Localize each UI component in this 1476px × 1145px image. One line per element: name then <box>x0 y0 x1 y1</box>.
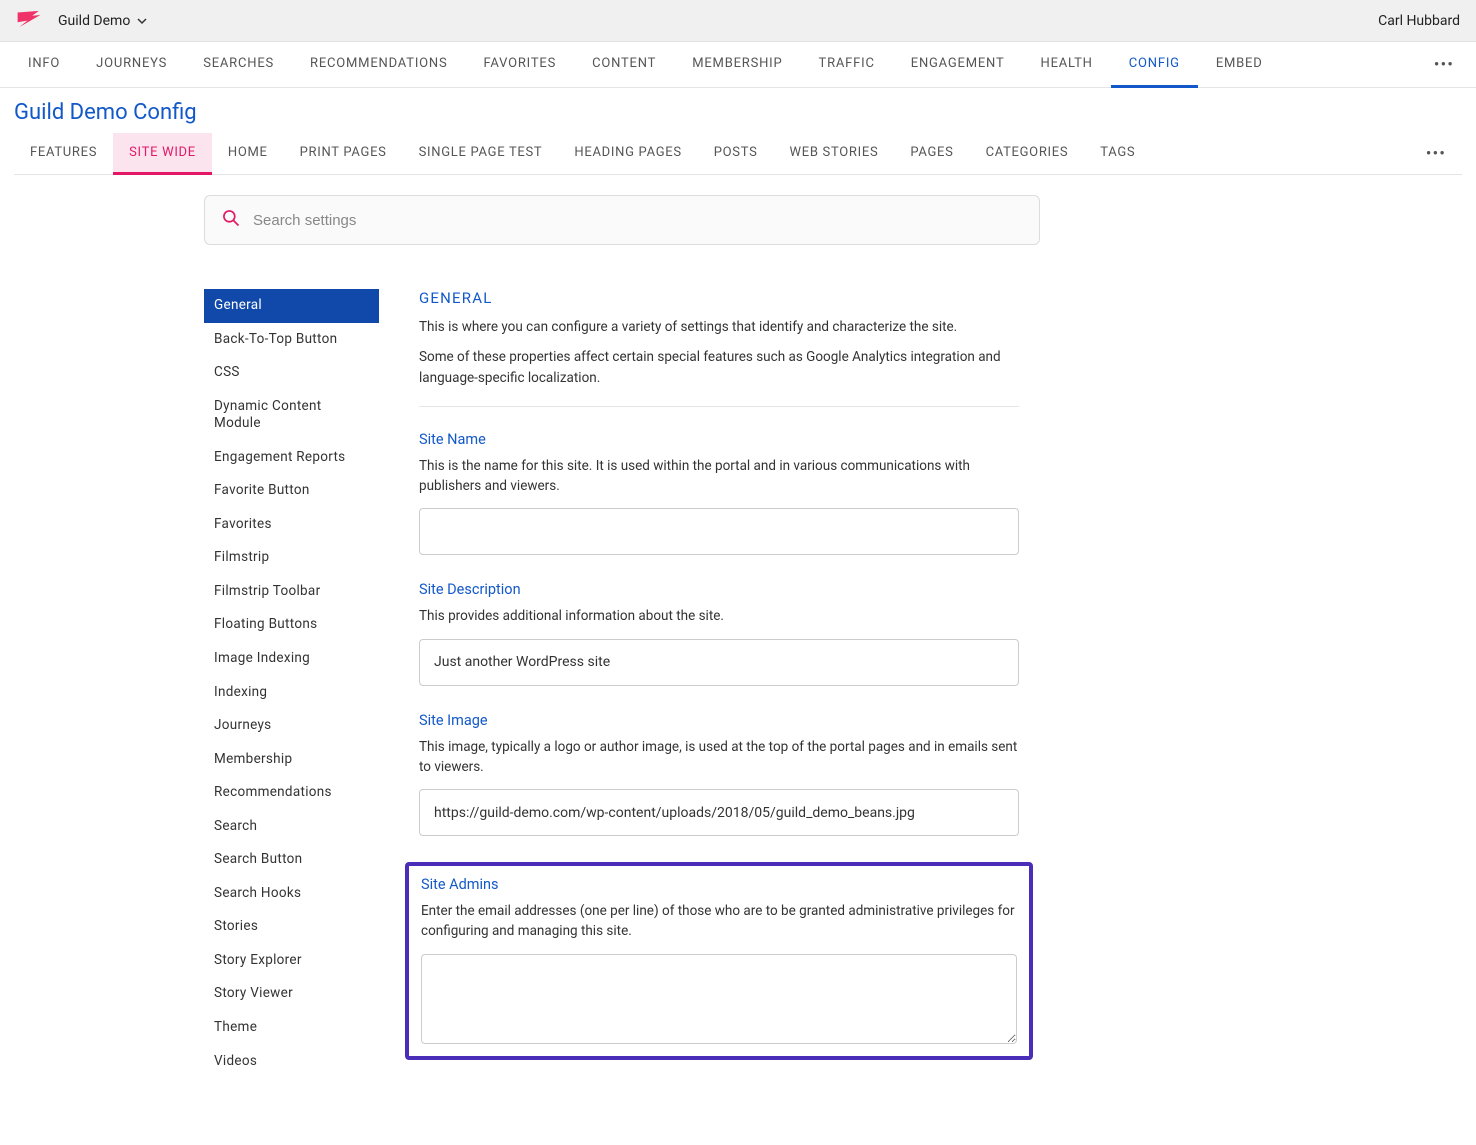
mainnav-item-traffic[interactable]: Traffic <box>801 42 893 88</box>
site-name-input[interactable] <box>419 508 1019 555</box>
search-icon <box>221 208 241 232</box>
field-desc: This is the name for this site. It is us… <box>419 456 1019 497</box>
field-desc: Enter the email addresses (one per line)… <box>421 901 1017 942</box>
top-bar-left: Guild Demo <box>16 9 148 33</box>
mainnav-item-favorites[interactable]: Favorites <box>466 42 575 88</box>
field-label: Site Name <box>419 431 1019 448</box>
subnav-item-print-pages[interactable]: Print Pages <box>284 133 403 175</box>
page-title: Guild Demo Config <box>14 100 1462 125</box>
field-site-name: Site Name This is the name for this site… <box>419 431 1019 556</box>
sidemenu-item-videos[interactable]: Videos <box>204 1045 379 1079</box>
site-switcher-label: Guild Demo <box>58 13 130 29</box>
sidemenu-item-back-to-top-button[interactable]: Back-To-Top Button <box>204 323 379 357</box>
field-desc: This provides additional information abo… <box>419 606 1019 626</box>
sidemenu-item-search[interactable]: Search <box>204 810 379 844</box>
user-name[interactable]: Carl Hubbard <box>1378 13 1460 29</box>
logo-icon <box>16 9 42 33</box>
top-bar: Guild Demo Carl Hubbard <box>0 0 1476 42</box>
mainnav-item-membership[interactable]: Membership <box>674 42 800 88</box>
form-area: General This is where you can configure … <box>419 289 1019 1086</box>
mainnav-item-recommendations[interactable]: Recommendations <box>292 42 465 88</box>
field-label: Site Image <box>419 712 1019 729</box>
sidemenu-item-favorites[interactable]: Favorites <box>204 508 379 542</box>
subnav-more-icon[interactable]: ••• <box>1410 134 1462 174</box>
field-site-admins: Site Admins Enter the email addresses (o… <box>405 862 1033 1060</box>
mainnav-item-embed[interactable]: Embed <box>1198 42 1281 88</box>
sidemenu-item-membership[interactable]: Membership <box>204 743 379 777</box>
mainnav-item-config[interactable]: Config <box>1111 42 1198 88</box>
field-desc: This image, typically a logo or author i… <box>419 737 1019 778</box>
search-input[interactable] <box>253 212 1023 229</box>
sidemenu-item-story-explorer[interactable]: Story Explorer <box>204 944 379 978</box>
sidemenu-item-dynamic-content-module[interactable]: Dynamic Content Module <box>204 390 379 441</box>
mainnav-item-searches[interactable]: Searches <box>185 42 292 88</box>
sidemenu-item-filmstrip-toolbar[interactable]: Filmstrip Toolbar <box>204 575 379 609</box>
section-desc-1: This is where you can configure a variet… <box>419 317 1019 337</box>
mainnav-more-icon[interactable]: ••• <box>1422 43 1466 87</box>
site-admins-input[interactable] <box>421 954 1017 1044</box>
sidemenu-item-theme[interactable]: Theme <box>204 1011 379 1045</box>
subnav-item-tags[interactable]: Tags <box>1084 133 1151 175</box>
sidemenu-item-search-hooks[interactable]: Search Hooks <box>204 877 379 911</box>
section-divider <box>419 406 1019 407</box>
subnav-item-single-page-test[interactable]: Single Page Test <box>403 133 559 175</box>
sidemenu-item-stories[interactable]: Stories <box>204 910 379 944</box>
mainnav-item-engagement[interactable]: Engagement <box>893 42 1023 88</box>
sub-nav: FeaturesSite WideHomePrint PagesSingle P… <box>14 133 1462 175</box>
main-nav: InfoJourneysSearchesRecommendationsFavor… <box>0 42 1476 88</box>
site-switcher[interactable]: Guild Demo <box>58 13 148 29</box>
sidemenu-item-recommendations[interactable]: Recommendations <box>204 776 379 810</box>
field-label: Site Admins <box>421 876 1017 893</box>
sidemenu-item-story-viewer[interactable]: Story Viewer <box>204 977 379 1011</box>
sidemenu-item-favorite-button[interactable]: Favorite Button <box>204 474 379 508</box>
sidemenu-item-filmstrip[interactable]: Filmstrip <box>204 541 379 575</box>
subnav-item-categories[interactable]: Categories <box>970 133 1085 175</box>
sidemenu-item-image-indexing[interactable]: Image Indexing <box>204 642 379 676</box>
section-desc-2: Some of these properties affect certain … <box>419 347 1019 388</box>
field-site-image: Site Image This image, typically a logo … <box>419 712 1019 837</box>
search-box[interactable] <box>204 195 1040 245</box>
mainnav-item-health[interactable]: Health <box>1023 42 1111 88</box>
chevron-down-icon <box>136 15 148 27</box>
sidemenu-item-engagement-reports[interactable]: Engagement Reports <box>204 441 379 475</box>
section-title: General <box>419 289 1019 307</box>
sidemenu-item-floating-buttons[interactable]: Floating Buttons <box>204 608 379 642</box>
mainnav-item-journeys[interactable]: Journeys <box>78 42 185 88</box>
subnav-item-home[interactable]: Home <box>212 133 284 175</box>
subnav-item-posts[interactable]: Posts <box>698 133 774 175</box>
sidemenu-item-search-button[interactable]: Search Button <box>204 843 379 877</box>
sidemenu-item-css[interactable]: CSS <box>204 356 379 390</box>
side-menu: GeneralBack-To-Top ButtonCSSDynamic Cont… <box>204 289 379 1086</box>
site-description-input[interactable] <box>419 639 1019 686</box>
subnav-item-heading-pages[interactable]: Heading Pages <box>558 133 697 175</box>
sidemenu-item-journeys[interactable]: Journeys <box>204 709 379 743</box>
subnav-item-site-wide[interactable]: Site Wide <box>113 133 212 175</box>
field-label: Site Description <box>419 581 1019 598</box>
sidemenu-item-general[interactable]: General <box>204 289 379 323</box>
field-site-description: Site Description This provides additiona… <box>419 581 1019 685</box>
mainnav-item-content[interactable]: Content <box>574 42 674 88</box>
subnav-item-web-stories[interactable]: Web Stories <box>774 133 895 175</box>
site-image-input[interactable] <box>419 789 1019 836</box>
mainnav-item-info[interactable]: Info <box>10 42 78 88</box>
subnav-item-features[interactable]: Features <box>14 133 113 175</box>
sidemenu-item-indexing[interactable]: Indexing <box>204 676 379 710</box>
subnav-item-pages[interactable]: Pages <box>894 133 969 175</box>
